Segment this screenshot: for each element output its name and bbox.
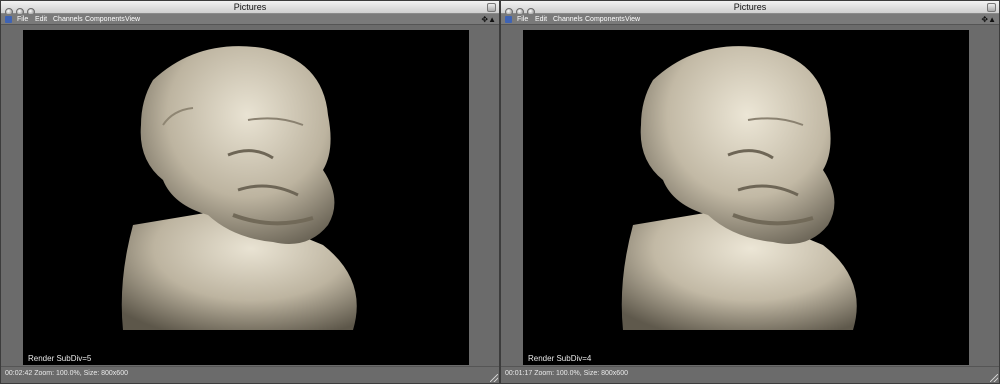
window-title: Pictures bbox=[233, 2, 267, 12]
render-time: 00:01:17 bbox=[505, 370, 533, 377]
picture-window-left: Pictures File Edit Channels Components V… bbox=[0, 0, 500, 384]
window-collapse-icon[interactable] bbox=[487, 3, 496, 12]
menu-view[interactable]: View bbox=[625, 14, 640, 25]
title-bar[interactable]: Pictures bbox=[501, 1, 999, 16]
app-icon[interactable] bbox=[5, 16, 12, 23]
title-bar[interactable]: Pictures bbox=[1, 1, 499, 16]
render-viewport: Render SubDiv=4 bbox=[523, 30, 969, 365]
triangle-icon[interactable]: ▲ bbox=[488, 15, 496, 24]
status-bar: 00:02:42 Zoom: 100.0%, Size: 800x600 bbox=[1, 366, 499, 383]
window-collapse-icon[interactable] bbox=[987, 3, 996, 12]
rendered-sculpt-image bbox=[621, 46, 857, 330]
zoom-size-info: Zoom: 100.0%, Size: 800x600 bbox=[34, 370, 128, 377]
rendered-sculpt-image bbox=[121, 46, 357, 330]
status-bar: 00:01:17 Zoom: 100.0%, Size: 800x600 bbox=[501, 366, 999, 383]
tool-icons: ✥▲ bbox=[972, 15, 996, 24]
menu-channels[interactable]: Channels bbox=[53, 14, 83, 25]
resize-grip-icon[interactable] bbox=[490, 374, 498, 382]
menu-components[interactable]: Components bbox=[585, 14, 625, 25]
render-subdiv-label: Render SubDiv=4 bbox=[528, 354, 592, 363]
render-subdiv-label: Render SubDiv=5 bbox=[28, 354, 92, 363]
picture-window-right: Pictures File Edit Channels Components V… bbox=[500, 0, 1000, 384]
render-time: 00:02:42 bbox=[5, 370, 33, 377]
triangle-icon[interactable]: ▲ bbox=[988, 15, 996, 24]
zoom-size-info: Zoom: 100.0%, Size: 800x600 bbox=[534, 370, 628, 377]
menu-components[interactable]: Components bbox=[85, 14, 125, 25]
status-text: 00:02:42 Zoom: 100.0%, Size: 800x600 bbox=[5, 367, 128, 381]
render-viewport: Render SubDiv=5 bbox=[23, 30, 469, 365]
menu-channels[interactable]: Channels bbox=[553, 14, 583, 25]
menu-file[interactable]: File bbox=[517, 14, 528, 25]
menu-view[interactable]: View bbox=[125, 14, 140, 25]
menu-bar: File Edit Channels Components View ✥▲ bbox=[1, 14, 499, 25]
resize-grip-icon[interactable] bbox=[990, 374, 998, 382]
menu-file[interactable]: File bbox=[17, 14, 28, 25]
menu-edit[interactable]: Edit bbox=[35, 14, 47, 25]
window-title: Pictures bbox=[733, 2, 767, 12]
app-icon[interactable] bbox=[505, 16, 512, 23]
menu-bar: File Edit Channels Components View ✥▲ bbox=[501, 14, 999, 25]
status-text: 00:01:17 Zoom: 100.0%, Size: 800x600 bbox=[505, 367, 628, 381]
tool-icons: ✥▲ bbox=[472, 15, 496, 24]
menu-edit[interactable]: Edit bbox=[535, 14, 547, 25]
